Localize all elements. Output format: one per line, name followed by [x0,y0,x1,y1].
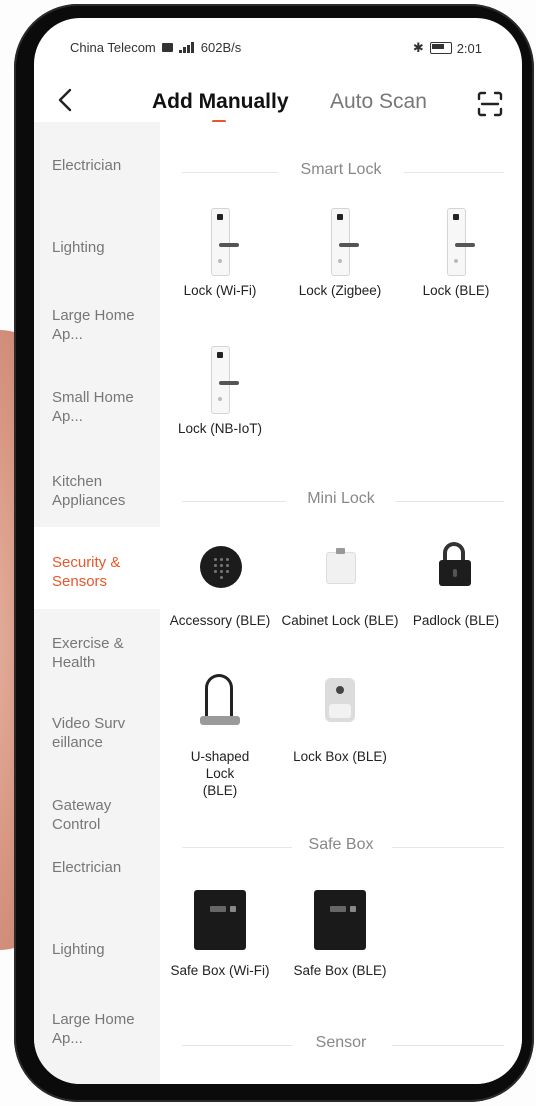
device-list: Smart Lock Lock (Wi-Fi) Lock (Zigbee) Lo… [160,122,522,1084]
device-lock-box-ble[interactable]: Lock Box (BLE) [280,672,400,765]
tab-auto-scan[interactable]: Auto Scan [330,90,427,114]
hd-icon [161,43,173,52]
chevron-left-icon [58,88,72,112]
section-header-smart-lock: Smart Lock [160,161,522,185]
scan-icon [477,91,503,117]
device-safe-box-ble[interactable]: Safe Box (BLE) [280,886,400,979]
signal-icon [178,42,195,53]
smart-lock-icon [188,344,252,416]
safe-box-icon [308,886,372,958]
status-bar: China Telecom 602B/s ✱ 80 2:01 [34,18,522,74]
section-title: Mini Lock [307,490,375,507]
category-sidebar: Electrician Lighting Large Home Ap... Sm… [34,122,160,1084]
device-lock-zigbee[interactable]: Lock (Zigbee) [280,206,400,299]
device-label: Lock (NB-IoT) [177,421,262,436]
device-label: Lock (BLE) [422,283,490,298]
device-label: Accessory (BLE) [169,613,271,628]
smart-lock-icon [424,206,488,278]
clock-label: 2:01 [456,40,482,56]
device-label: Lock Box (BLE) [293,749,387,764]
padlock-icon [424,536,488,608]
sidebar-item-small-home-appliances[interactable]: Small Home Ap... [34,388,134,426]
carrier-label: China Telecom [70,40,156,55]
section-title: Sensor [315,1034,367,1051]
device-label: U-shaped Lock (BLE) [190,749,250,798]
sidebar-item-label: Security & Sensors [52,554,121,590]
battery-icon [429,42,452,54]
lock-box-icon [308,672,372,744]
phone-screen: China Telecom 602B/s ✱ 80 2:01 Add Manua… [34,18,522,1084]
sidebar-item-electrician[interactable]: Electrician [34,156,160,175]
device-accessory-ble[interactable]: Accessory (BLE) [160,536,280,629]
device-lock-wifi[interactable]: Lock (Wi-Fi) [160,206,280,299]
keypad-icon [188,536,252,608]
device-cabinet-lock-ble[interactable]: Cabinet Lock (BLE) [280,536,400,629]
section-header-safe-box: Safe Box [160,836,522,860]
device-label: Cabinet Lock (BLE) [281,613,399,628]
tab-add-manually[interactable]: Add Manually [152,90,289,114]
smart-lock-icon [188,206,252,278]
device-label: Lock (Wi-Fi) [183,283,257,298]
screenshot-stage: China Telecom 602B/s ✱ 80 2:01 Add Manua… [0,0,536,1106]
sidebar-item-electrician-2[interactable]: Electrician [34,858,160,877]
section-title: Safe Box [308,836,374,853]
device-safe-box-wifi[interactable]: Safe Box (Wi-Fi) [160,886,280,979]
cabinet-lock-icon [308,536,372,608]
sidebar-item-lighting-2[interactable]: Lighting [34,940,160,959]
net-speed-label: 602B/s [200,40,242,55]
u-lock-icon [188,672,252,744]
section-title: Smart Lock [300,161,382,178]
device-label: Safe Box (BLE) [293,963,387,978]
section-header-sensor: Sensor [160,1034,522,1058]
device-u-shaped-lock-ble[interactable]: U-shaped Lock (BLE) [160,672,280,799]
device-label: Lock (Zigbee) [298,283,382,298]
sidebar-item-exercise-health[interactable]: Exercise & Health [34,634,138,672]
sidebar-item-large-home-appliances[interactable]: Large Home Ap... [34,306,144,344]
sidebar-item-kitchen-appliances[interactable]: Kitchen Appliances [34,472,146,510]
back-button[interactable] [48,86,84,122]
sidebar-item-lighting[interactable]: Lighting [34,238,160,257]
device-label: Safe Box (Wi-Fi) [170,963,270,978]
device-padlock-ble[interactable]: Padlock (BLE) [396,536,516,629]
sidebar-item-gateway-control[interactable]: Gateway Control [34,796,134,834]
bluetooth-icon: ✱ [412,40,424,55]
safe-box-icon [188,886,252,958]
device-lock-nb-iot[interactable]: Lock (NB-IoT) [160,344,280,437]
smart-lock-icon [308,206,372,278]
sidebar-item-video-surveillance[interactable]: Video Surv eillance [34,714,134,752]
sidebar-item-large-home-appliances-2[interactable]: Large Home Ap... [34,1010,144,1048]
section-header-mini-lock: Mini Lock [160,490,522,514]
device-label: Padlock (BLE) [412,613,500,628]
scan-button[interactable] [476,90,504,118]
device-lock-ble[interactable]: Lock (BLE) [396,206,516,299]
sidebar-item-security-sensors[interactable]: Security & Sensors [34,527,160,609]
